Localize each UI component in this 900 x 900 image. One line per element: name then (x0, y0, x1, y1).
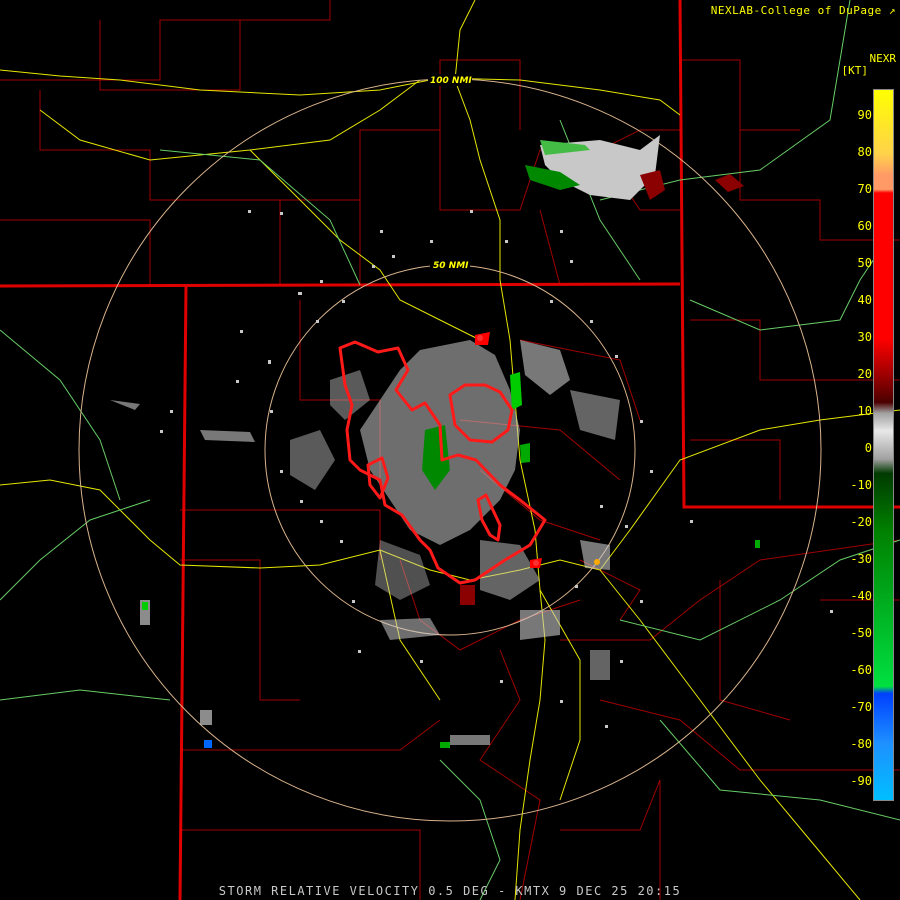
velocity-colorbar (873, 89, 894, 801)
range-ring-label-50: 50 NMI (433, 261, 469, 271)
legend-tick: 30 (857, 330, 872, 344)
legend-tick: 40 (857, 293, 872, 307)
city-marker (594, 559, 600, 565)
external-link-icon: ↗ (888, 4, 896, 17)
legend-tick: -90 (850, 774, 872, 788)
legend-tick: 10 (857, 404, 872, 418)
legend-tick: -70 (850, 700, 872, 714)
legend-tick: -30 (850, 552, 872, 566)
legend-ticks: 90 80 70 60 50 40 30 20 10 0 -10 -20 -30… (842, 0, 872, 900)
city-marker (533, 560, 539, 566)
legend-tick: 50 (857, 256, 872, 270)
legend-tick: 80 (857, 145, 872, 159)
legend-tick: -20 (850, 515, 872, 529)
legend-tick: -50 (850, 626, 872, 640)
legend-tick: -80 (850, 737, 872, 751)
legend-tick: 60 (857, 219, 872, 233)
legend-tick: 70 (857, 182, 872, 196)
legend-tick: -10 (850, 478, 872, 492)
legend-tick: -40 (850, 589, 872, 603)
city-marker (477, 335, 483, 341)
range-ring-label-100: 100 NMI (430, 76, 472, 86)
legend-tick: 0 (864, 441, 872, 455)
radar-map: 100 NMI 50 NMI (0, 0, 900, 900)
legend-tick: -60 (850, 663, 872, 677)
product-caption: STORM RELATIVE VELOCITY 0.5 DEG - KMTX 9… (218, 884, 682, 898)
legend-tick: 90 (857, 108, 872, 122)
product-code: NEXR (869, 52, 897, 65)
legend-tick: 20 (857, 367, 872, 381)
